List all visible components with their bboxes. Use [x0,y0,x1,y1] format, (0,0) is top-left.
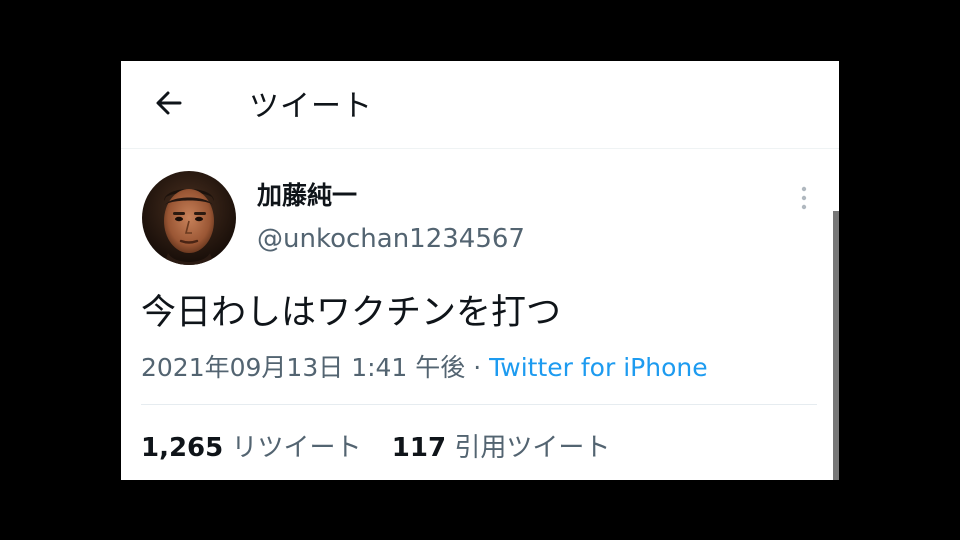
tweet-meta: 2021年09月13日 1:41 午後 · Twitter for iPhone [141,348,708,384]
divider [141,404,817,405]
author-handle[interactable]: @unkochan1234567 [257,224,525,254]
more-options-button[interactable] [791,183,817,213]
scrollbar[interactable] [833,211,839,480]
tweet-screen: ツイート 加藤純一 @unkochan1234567 今日わしはワクチンを打つ … [121,61,839,480]
top-bar: ツイート [121,61,839,149]
tweet-stats: 1,265 リツイート 117 引用ツイート [141,427,610,464]
quotes-stat[interactable]: 117 引用ツイート [392,433,611,463]
tweet-text: 今日わしはワクチンを打つ [141,293,562,333]
quotes-count: 117 [391,433,447,463]
back-button[interactable] [151,85,187,121]
arrow-left-icon [156,91,182,115]
retweets-stat[interactable]: 1,265 リツイート [141,433,362,463]
retweets-label: リツイート [231,433,362,463]
avatar[interactable] [142,171,236,265]
tweet-source[interactable]: Twitter for iPhone [489,353,707,382]
meta-separator: · [473,353,482,382]
page-title: ツイート [249,89,373,124]
avatar-image [142,171,236,265]
author-name[interactable]: 加藤純一 [257,176,357,212]
retweets-count: 1,265 [141,433,224,463]
more-vertical-icon [801,186,807,210]
quotes-label: 引用ツイート [454,433,611,463]
tweet-timestamp[interactable]: 2021年09月13日 1:41 午後 [141,353,465,382]
